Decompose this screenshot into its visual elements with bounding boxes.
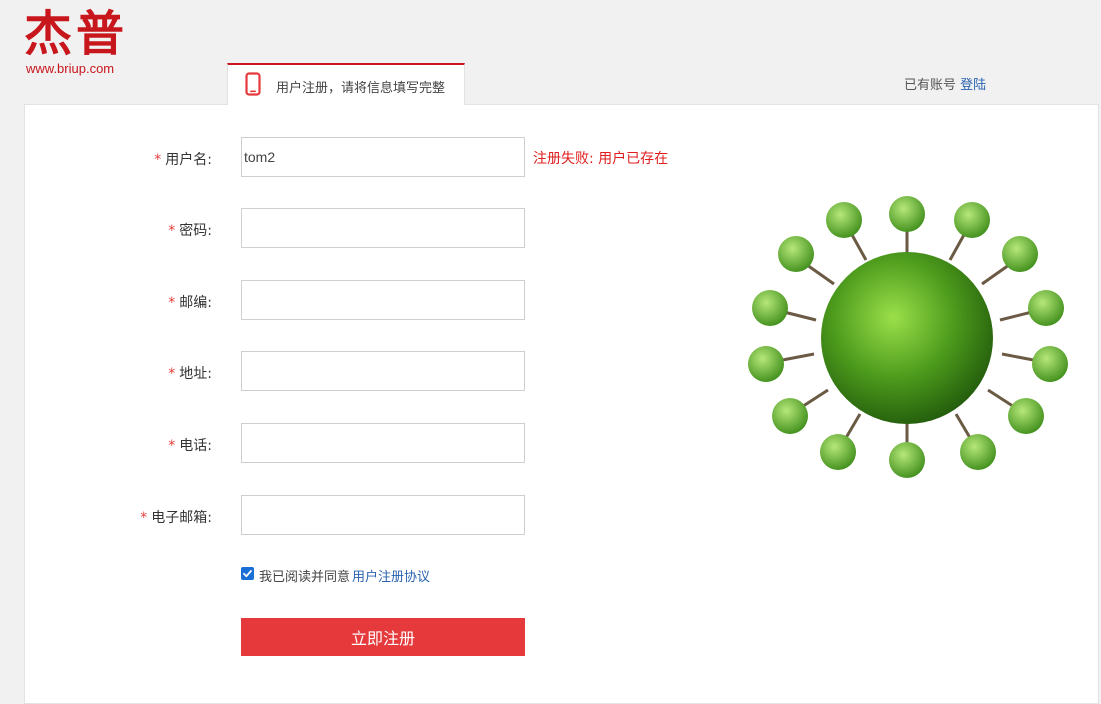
login-hint-text: 已有账号 (904, 78, 957, 93)
logo-title: 杰普 (24, 6, 129, 62)
agreement-link[interactable]: 用户注册协议 (352, 566, 430, 585)
zipcode-label: * 邮编: (168, 295, 212, 311)
register-button[interactable]: 立即注册 (241, 618, 525, 656)
required-mark: * (154, 152, 162, 168)
required-mark: * (168, 366, 176, 382)
login-hint: 已有账号 登陆 (904, 74, 986, 93)
password-label: * 密码: (168, 223, 212, 239)
logo-url: www.briup.com (26, 61, 115, 76)
address-label: * 地址: (168, 366, 212, 382)
agreement-checkbox[interactable] (241, 567, 254, 580)
address-input[interactable] (241, 351, 525, 391)
tab-label: 用户注册，请将信息填写完整 (276, 81, 446, 96)
phone-label: * 电话: (168, 438, 212, 454)
agreement-text: 我已阅读并同意 (259, 570, 351, 585)
tab-register[interactable]: 用户注册，请将信息填写完整 (227, 63, 465, 105)
username-input[interactable] (241, 137, 525, 177)
email-input[interactable] (241, 495, 525, 535)
required-mark: * (168, 295, 176, 311)
brand-logo: 杰普 www.briup.com (24, 6, 134, 78)
phone-input[interactable] (241, 423, 525, 463)
zipcode-input[interactable] (241, 280, 525, 320)
email-label: * 电子邮箱: (140, 510, 212, 526)
required-mark: * (168, 438, 176, 454)
mobile-phone-icon (245, 72, 261, 96)
login-link[interactable]: 登陆 (960, 78, 986, 93)
required-mark: * (168, 223, 176, 239)
required-mark: * (140, 510, 148, 526)
password-input[interactable] (241, 208, 525, 248)
error-message: 注册失败: 用户已存在 (533, 151, 669, 167)
username-label: * 用户名: (154, 152, 212, 168)
green-globe-image (720, 192, 1090, 479)
